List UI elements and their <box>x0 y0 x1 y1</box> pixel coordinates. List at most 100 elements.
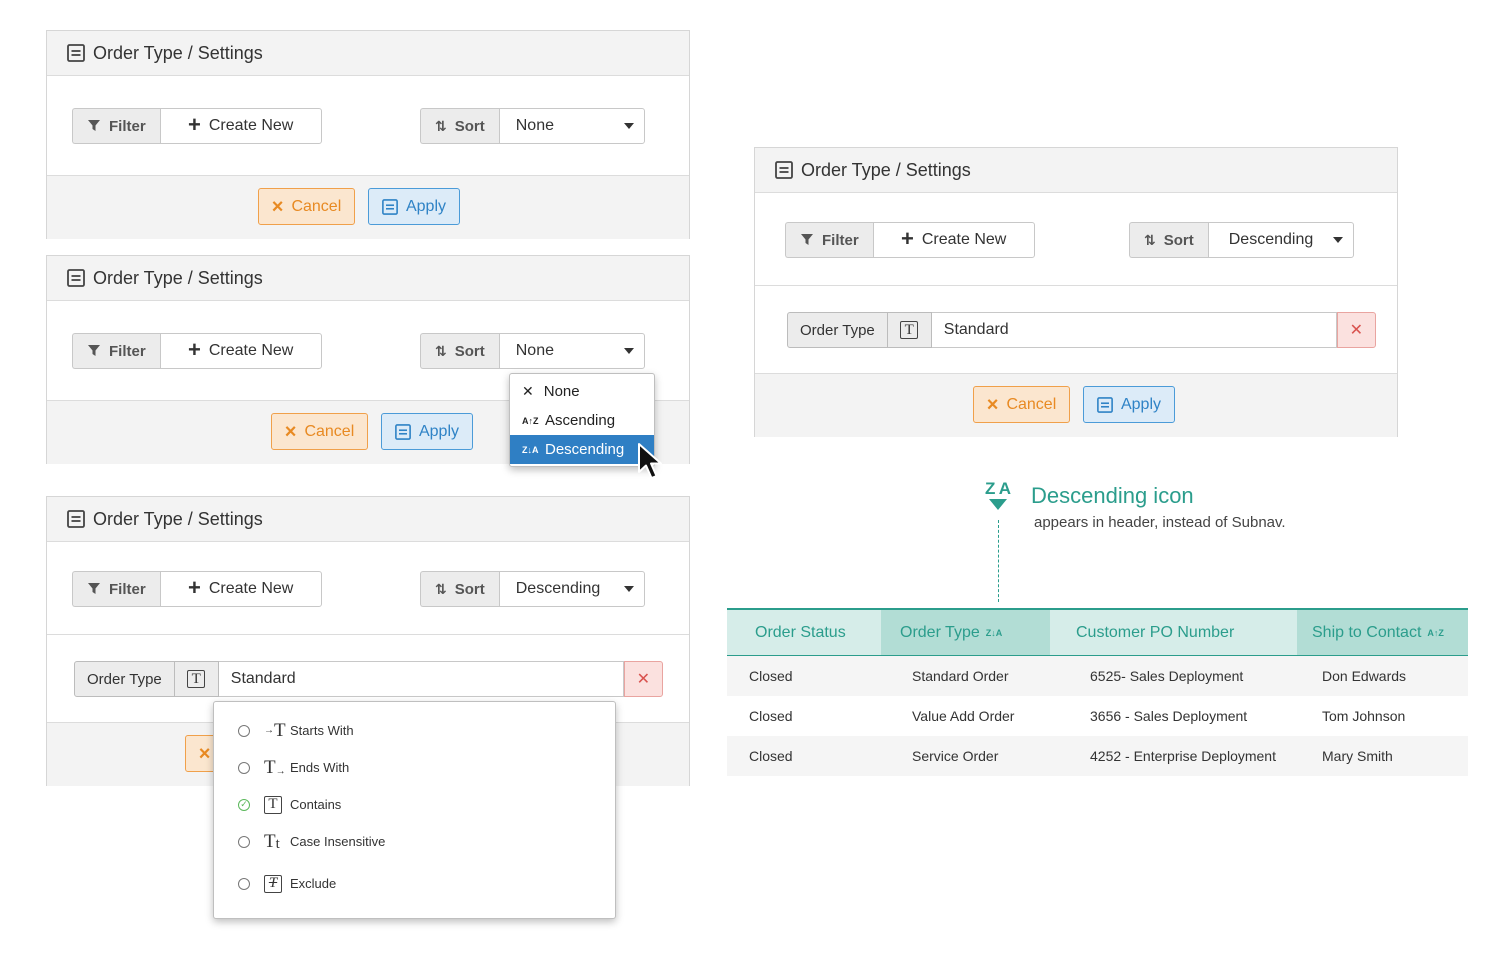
apply-button[interactable]: Apply <box>368 188 460 225</box>
case-insensitive-icon: Tt <box>264 830 280 852</box>
contains-icon: T <box>264 795 288 814</box>
table-row[interactable]: Closed Standard Order 6525- Sales Deploy… <box>727 656 1468 696</box>
radio-button[interactable] <box>238 877 250 890</box>
cancel-button[interactable]: × Cancel <box>271 413 368 450</box>
orders-table: Order Status Order Type Z↓A Customer PO … <box>727 608 1468 776</box>
sort-select[interactable]: None <box>498 333 645 369</box>
filter-field-label: Order Type <box>74 661 175 697</box>
clear-filter-button[interactable]: ✕ <box>623 661 663 697</box>
create-new-button[interactable]: + Create New <box>159 571 322 607</box>
apply-label: Apply <box>1120 395 1162 413</box>
column-label: Order Type <box>900 623 980 641</box>
radio-checked[interactable]: ✓ <box>238 798 250 811</box>
sort-label: Sort <box>454 580 485 598</box>
clear-filter-button[interactable]: ✕ <box>1336 312 1376 348</box>
list-icon <box>775 161 793 179</box>
apply-button[interactable]: Apply <box>381 413 473 450</box>
table-cell: Service Order <box>912 748 999 764</box>
filter-option-contains[interactable]: ✓ T Contains <box>214 786 615 823</box>
create-new-label: Create New <box>208 117 294 134</box>
filter-option-exclude[interactable]: T Exclude <box>214 865 615 902</box>
cancel-button[interactable]: × Cancel <box>973 386 1070 423</box>
table-cell: Don Edwards <box>1322 668 1407 684</box>
annotation-subtitle: appears in header, instead of Subnav. <box>1034 514 1286 531</box>
close-icon: ✕ <box>522 383 534 399</box>
create-new-button[interactable]: + Create New <box>159 333 322 369</box>
sort-button[interactable]: ⇅ Sort <box>1129 222 1208 258</box>
sort-value: None <box>515 342 554 359</box>
starts-with-icon: → T <box>264 719 286 741</box>
panel-header: Order Type / Settings <box>755 148 1397 193</box>
panel-body: Filter + Create New ⇅ Sort Descending <box>47 542 689 635</box>
column-header-ship-to-contact[interactable]: Ship to Contact A↑Z <box>1297 610 1468 655</box>
ends-with-icon: T → <box>264 756 286 778</box>
filter-button[interactable]: Filter <box>785 222 873 258</box>
sort-descending-icon: Z↓A <box>522 444 539 455</box>
panel-body: Filter + Create New ⇅ Sort None <box>47 76 689 176</box>
table-cell: Tom Johnson <box>1322 708 1406 724</box>
filter-button[interactable]: Filter <box>72 333 160 369</box>
sort-option-ascending[interactable]: A↑Z Ascending <box>510 406 654 435</box>
column-header-order-status[interactable]: Order Status <box>727 610 881 655</box>
panel-header: Order Type / Settings <box>47 497 689 542</box>
filter-value-input[interactable]: Standard <box>931 312 1337 348</box>
filter-button[interactable]: Filter <box>72 108 160 144</box>
table-row[interactable]: Closed Value Add Order 3656 - Sales Depl… <box>727 696 1468 736</box>
cancel-button[interactable]: × Cancel <box>258 188 355 225</box>
funnel-icon <box>801 234 813 245</box>
sort-button[interactable]: ⇅ Sort <box>420 333 499 369</box>
sort-button[interactable]: ⇅ Sort <box>420 571 499 607</box>
filter-option-starts-with[interactable]: → T Starts With <box>214 712 615 749</box>
filter-row-section: Order Type T Standard ✕ <box>755 286 1397 374</box>
filter-label: Filter <box>822 231 859 249</box>
list-icon <box>395 423 411 440</box>
create-new-button[interactable]: + Create New <box>159 108 322 144</box>
sort-select[interactable]: None <box>498 108 645 144</box>
plus-icon: + <box>188 337 201 362</box>
text-contains-icon: T <box>187 670 206 688</box>
list-icon <box>1097 396 1113 413</box>
text-match-button[interactable]: T <box>174 661 219 697</box>
column-label: Ship to Contact <box>1312 623 1422 641</box>
sort-select[interactable]: Descending <box>1207 222 1354 258</box>
exclude-icon: T <box>264 874 288 893</box>
sort-button[interactable]: ⇅ Sort <box>420 108 499 144</box>
plus-icon: + <box>901 226 914 251</box>
sort-option-none[interactable]: ✕ None <box>510 377 654 406</box>
sort-option-descending[interactable]: Z↓A Descending <box>510 435 654 464</box>
sort-select[interactable]: Descending <box>498 571 645 607</box>
text-match-button[interactable]: T <box>887 312 932 348</box>
funnel-icon <box>88 583 100 594</box>
column-header-customer-po-number[interactable]: Customer PO Number <box>1050 610 1297 655</box>
table-row[interactable]: Closed Service Order 4252 - Enterprise D… <box>727 736 1468 776</box>
arrow-down-icon <box>989 499 1007 510</box>
table-cell: Closed <box>749 668 793 684</box>
sort-descending-icon: Z↓A <box>985 627 1003 638</box>
table-cell: Closed <box>749 708 793 724</box>
column-header-order-type[interactable]: Order Type Z↓A <box>881 610 1050 655</box>
annotation-connector <box>998 520 999 602</box>
apply-button[interactable]: Apply <box>1083 386 1175 423</box>
filter-value-input[interactable]: Standard <box>218 661 624 697</box>
close-icon: × <box>271 195 284 218</box>
filter-field-label: Order Type <box>787 312 888 348</box>
sort-arrows-icon: ⇅ <box>435 342 447 359</box>
create-new-button[interactable]: + Create New <box>872 222 1035 258</box>
sort-label: Sort <box>454 342 485 360</box>
filter-option-label: Exclude <box>290 876 337 891</box>
caret-down-icon <box>623 123 634 129</box>
caret-down-icon <box>1332 237 1343 243</box>
list-icon <box>382 198 398 215</box>
table-cell: Mary Smith <box>1322 748 1393 764</box>
radio-button[interactable] <box>238 761 250 774</box>
filter-option-ends-with[interactable]: T → Ends With <box>214 749 615 786</box>
radio-button[interactable] <box>238 724 250 737</box>
filter-button[interactable]: Filter <box>72 571 160 607</box>
panel-title: Order Type / Settings <box>93 267 263 288</box>
filter-option-label: Case Insensitive <box>290 834 386 849</box>
table-header: Order Status Order Type Z↓A Customer PO … <box>727 608 1468 656</box>
filter-option-label: Ends With <box>290 760 350 775</box>
filter-option-case-insensitive[interactable]: Tt Case Insensitive <box>214 823 615 860</box>
radio-button[interactable] <box>238 835 250 848</box>
column-label: Customer PO Number <box>1076 623 1235 641</box>
